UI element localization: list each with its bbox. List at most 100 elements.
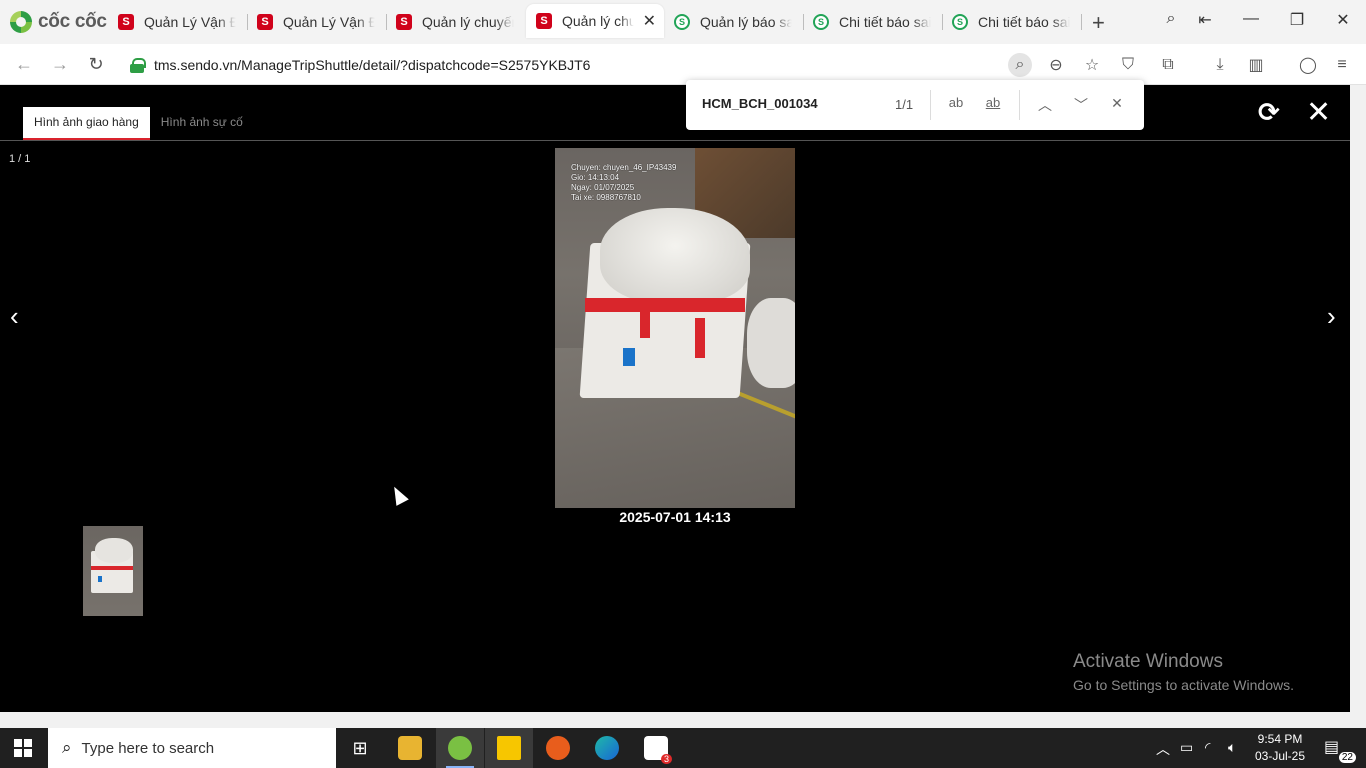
- photo-sack: [747, 298, 795, 388]
- profile-icon[interactable]: ◯: [1296, 53, 1320, 77]
- tab-search-icon[interactable]: ⌕: [1160, 10, 1182, 28]
- file-explorer-icon[interactable]: [386, 728, 434, 768]
- scrollbar[interactable]: [1350, 85, 1366, 712]
- tab-incident-images[interactable]: Hình ảnh sự cố: [150, 107, 254, 141]
- shield-icon[interactable]: ⛉: [1116, 53, 1140, 77]
- taskbar-clock[interactable]: 9:54 PM 03-Jul-25: [1252, 731, 1308, 765]
- thumb-strap: [91, 566, 133, 570]
- mouse-cursor-icon: [388, 483, 409, 506]
- stamp-line: Ngay: 01/07/2025: [571, 183, 635, 192]
- address-bar: ← → ↻ tms.sendo.vn/ManageTripShuttle/det…: [0, 44, 1366, 85]
- new-tab-icon[interactable]: +: [1092, 10, 1105, 36]
- find-input[interactable]: HCM_BCH_001034: [702, 96, 818, 111]
- tab-delivery-images[interactable]: Hình ảnh giao hàng: [23, 107, 150, 141]
- rotate-icon[interactable]: ⟳: [1258, 97, 1280, 128]
- zalo-icon[interactable]: 3: [632, 728, 680, 768]
- photo-caption: 2025-07-01 14:13: [619, 509, 731, 525]
- find-in-page-icon[interactable]: ⌕: [1008, 53, 1032, 77]
- bookmark-star-icon[interactable]: ☆: [1080, 53, 1104, 77]
- lock-icon: [130, 57, 146, 73]
- find-match-count: 1/1: [895, 97, 914, 112]
- green-favicon-icon: S: [813, 14, 829, 30]
- volume-icon[interactable]: 🔈︎: [1228, 739, 1236, 756]
- thumb-blue: [98, 576, 102, 582]
- photo-bag: [600, 208, 750, 303]
- edge-icon[interactable]: [583, 728, 631, 768]
- tray-chevron-icon[interactable]: ︿: [1156, 739, 1170, 759]
- stamp-line: Tai xe: 0988767810: [571, 193, 641, 202]
- zoom-out-icon[interactable]: ⊖: [1044, 53, 1068, 77]
- browser-tab[interactable]: S Quản lý chuyến xe: [386, 6, 524, 38]
- find-prev-icon[interactable]: ︿: [1034, 95, 1056, 115]
- wifi-icon[interactable]: ◜: [1205, 739, 1210, 756]
- tab-close-icon[interactable]: ✕: [643, 11, 656, 31]
- browser-tab-active[interactable]: S Quản lý chuyến ✕: [526, 4, 664, 38]
- watermark-subtitle: Go to Settings to activate Windows.: [1073, 677, 1294, 693]
- photo-strap: [585, 298, 745, 312]
- menu-icon[interactable]: ≡: [1330, 53, 1354, 77]
- tab-label: Quản lý chuyến xe: [422, 14, 514, 30]
- photo-strap: [640, 298, 650, 338]
- photo-thumbnail[interactable]: [83, 526, 143, 616]
- browser-tab[interactable]: S Quản Lý Vận Đơn: [108, 6, 246, 38]
- download-icon[interactable]: ⤓: [1208, 53, 1232, 77]
- coccoc-taskbar-icon[interactable]: [436, 728, 484, 768]
- find-divider: [1019, 90, 1020, 120]
- extensions-icon[interactable]: ⧉: [1156, 53, 1180, 77]
- match-case-button[interactable]: ab: [945, 95, 967, 110]
- tab-label: Quản Lý Vận Đơn: [144, 14, 236, 30]
- search-icon: ⌕: [62, 738, 72, 757]
- image-viewer: Hình ảnh giao hàng Hình ảnh sự cố 1 / 1 …: [0, 85, 1350, 712]
- prev-image-icon[interactable]: ‹: [10, 301, 19, 332]
- app-orange-icon[interactable]: [534, 728, 582, 768]
- tab-separator: [1081, 14, 1082, 30]
- notification-center-icon[interactable]: ▤ 22: [1324, 737, 1356, 763]
- sendo-favicon-icon: S: [536, 13, 552, 29]
- notification-count: 22: [1338, 752, 1356, 763]
- windows-taskbar: ⌕ Type here to search ⊞ 3 ︿ ▭ ◜ 🔈︎ 9:54 …: [0, 728, 1366, 768]
- taskbar-search[interactable]: ⌕ Type here to search: [48, 728, 336, 768]
- forward-arrow-icon[interactable]: →: [49, 54, 71, 75]
- browser-tab[interactable]: S Chi tiết báo sai: [942, 6, 1080, 38]
- sticky-notes-icon[interactable]: [485, 728, 533, 768]
- windows-start-icon[interactable]: [14, 739, 32, 757]
- find-close-icon[interactable]: ✕: [1106, 95, 1128, 112]
- close-viewer-icon[interactable]: ✕: [1306, 95, 1331, 130]
- tab-label: Quản Lý Vận Đơn: [283, 14, 375, 30]
- clock-time: 9:54 PM: [1257, 732, 1303, 746]
- brand-text: cốc cốc: [38, 11, 107, 32]
- back-arrow-icon[interactable]: ←: [13, 54, 35, 75]
- sidebar-icon[interactable]: ▥: [1244, 53, 1268, 77]
- tab-label: Quản lý chuyến: [562, 13, 634, 29]
- browser-tab[interactable]: S Quản Lý Vận Đơn: [247, 6, 385, 38]
- browser-tab[interactable]: S Chi tiết báo sai: [803, 6, 941, 38]
- clock-date: 03-Jul-25: [1254, 749, 1306, 763]
- find-bar: HCM_BCH_001034 1/1 ab ab ︿ ﹀ ✕: [686, 80, 1144, 130]
- restore-icon[interactable]: ❐: [1286, 10, 1308, 30]
- back-tab-icon[interactable]: ⇤: [1194, 10, 1216, 30]
- green-favicon-icon: S: [674, 14, 690, 30]
- next-image-icon[interactable]: ›: [1327, 301, 1336, 332]
- reload-icon[interactable]: ↻: [85, 54, 107, 75]
- close-window-icon[interactable]: ✕: [1332, 10, 1354, 30]
- photo-strap: [695, 318, 705, 358]
- battery-icon[interactable]: ▭: [1180, 739, 1193, 756]
- coccoc-logo-icon: [10, 11, 32, 33]
- whole-word-button[interactable]: ab: [982, 95, 1004, 110]
- browser-tab[interactable]: S Quản lý báo sai: [664, 6, 802, 38]
- browser-tab-bar: cốc cốc S Quản Lý Vận Đơn S Quản Lý Vận …: [0, 0, 1366, 44]
- find-next-icon[interactable]: ﹀: [1070, 95, 1092, 115]
- thumb-bag: [95, 538, 133, 563]
- minimize-icon[interactable]: —: [1240, 10, 1262, 28]
- url-text: tms.sendo.vn/ManageTripShuttle/detail/?d…: [154, 56, 591, 73]
- viewer-divider: [0, 140, 1350, 141]
- sendo-favicon-icon: S: [396, 14, 412, 30]
- sendo-favicon-icon: S: [257, 14, 273, 30]
- browser-brand[interactable]: cốc cốc: [10, 9, 107, 35]
- url-field[interactable]: tms.sendo.vn/ManageTripShuttle/detail/?d…: [122, 50, 1042, 79]
- bottom-strip: [0, 712, 1366, 728]
- photo-blue-label: [623, 348, 635, 366]
- find-divider: [930, 90, 931, 120]
- sendo-favicon-icon: S: [118, 14, 134, 30]
- task-view-icon[interactable]: ⊞: [336, 728, 384, 768]
